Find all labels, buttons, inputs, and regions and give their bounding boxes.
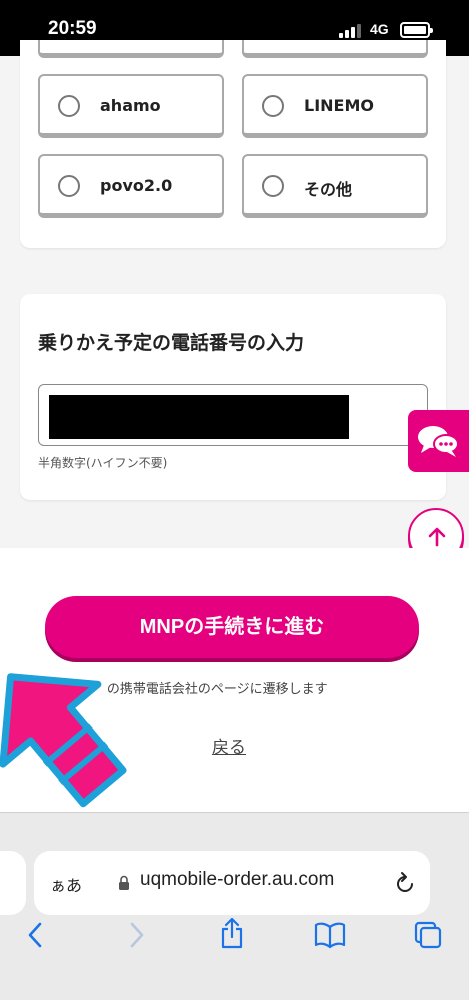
carrier-option-other[interactable]: その他 <box>242 154 428 218</box>
book-icon[interactable] <box>314 921 346 949</box>
radio-button[interactable] <box>262 175 284 197</box>
radio-button[interactable] <box>58 175 80 197</box>
address-bar[interactable]: ぁあ uqmobile-order.au.com <box>34 851 430 915</box>
phone-number-input[interactable] <box>38 384 428 446</box>
carrier-option-stub <box>38 40 224 58</box>
redacted-value <box>49 395 349 439</box>
radio-button[interactable] <box>58 95 80 117</box>
carrier-option-stub <box>242 40 428 58</box>
signal-icon <box>339 24 361 38</box>
phone-number-card: 乗りかえ予定の電話番号の入力 半角数字(ハイフン不要) <box>20 294 446 500</box>
back-link[interactable]: 戻る <box>212 733 246 758</box>
carrier-option-ahamo[interactable]: ahamo <box>38 74 224 138</box>
lock-icon <box>119 875 129 890</box>
carrier-option-linemo[interactable]: LINEMO <box>242 74 428 138</box>
carrier-option-label: LINEMO <box>304 96 374 115</box>
previous-tab-stub[interactable] <box>0 851 26 915</box>
arrow-up-icon <box>428 527 446 547</box>
url-text: uqmobile-order.au.com <box>140 869 335 890</box>
chevron-left-icon[interactable] <box>26 921 46 949</box>
radio-button[interactable] <box>262 95 284 117</box>
phone-number-hint: 半角数字(ハイフン不要) <box>38 456 168 470</box>
status-time: 20:59 <box>48 18 97 39</box>
chevron-right-icon[interactable] <box>126 921 146 949</box>
phone-number-heading: 乗りかえ予定の電話番号の入力 <box>38 332 305 354</box>
battery-icon <box>400 22 433 38</box>
browser-toolbar: ぁあ uqmobile-order.au.com <box>0 812 469 1000</box>
carrier-option-label: その他 <box>304 180 353 199</box>
chat-button[interactable] <box>408 410 469 472</box>
network-label: 4G <box>370 21 389 37</box>
tabs-icon[interactable] <box>414 921 442 949</box>
pointer-arrow-overlay <box>0 673 127 808</box>
carrier-option-label: povo2.0 <box>100 176 173 195</box>
text-size-button[interactable]: ぁあ <box>50 872 82 896</box>
carrier-option-label: ahamo <box>100 96 161 115</box>
chat-bubbles-icon <box>418 426 459 457</box>
reload-icon[interactable] <box>394 871 416 895</box>
share-icon[interactable] <box>219 917 245 949</box>
carrier-option-povo[interactable]: povo2.0 <box>38 154 224 218</box>
carrier-selection-card: ahamo LINEMO povo2.0 その他 <box>20 40 446 248</box>
